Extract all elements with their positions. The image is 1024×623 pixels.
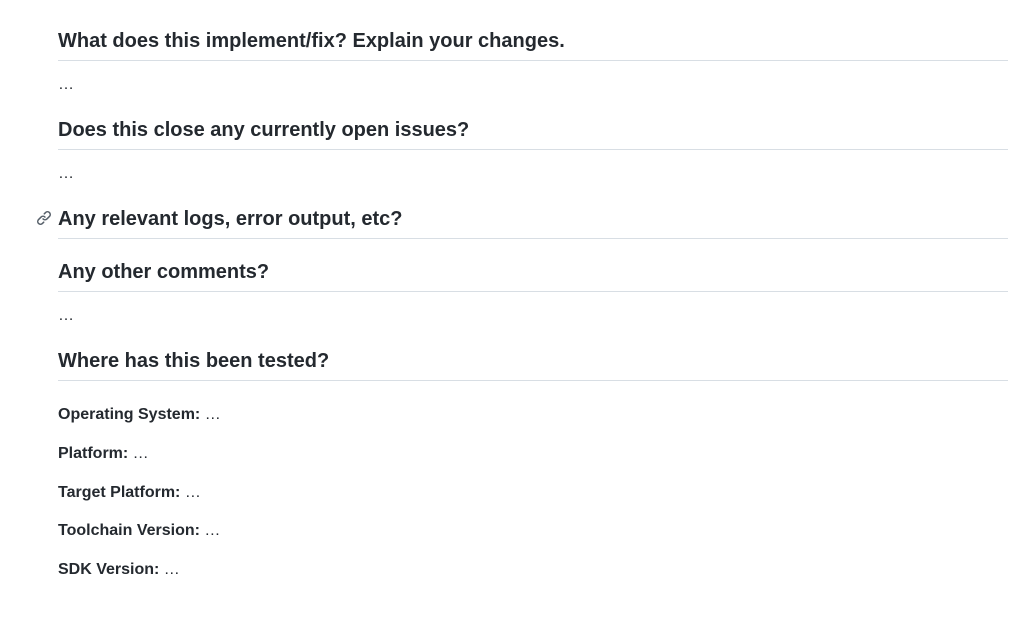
test-label-toolchain: Toolchain Version: (58, 522, 200, 539)
test-item-platform: Platform: … (58, 444, 1008, 465)
placeholder-closes: … (58, 166, 1008, 182)
test-label-sdk: SDK Version: (58, 561, 159, 578)
test-label-os: Operating System: (58, 406, 200, 423)
section-logs: Any relevant logs, error output, etc? (58, 206, 1008, 239)
section-tested: Where has this been tested? Operating Sy… (58, 348, 1008, 581)
heading-comments[interactable]: Any other comments? (58, 259, 1008, 292)
pr-template-body: What does this implement/fix? Explain yo… (0, 0, 1024, 581)
heading-logs[interactable]: Any relevant logs, error output, etc? (58, 206, 1008, 239)
section-implement: What does this implement/fix? Explain yo… (58, 28, 1008, 93)
test-item-target-platform: Target Platform: … (58, 483, 1008, 504)
test-value-platform: … (128, 445, 148, 462)
placeholder-comments: … (58, 308, 1008, 324)
test-value-sdk: … (159, 561, 179, 578)
test-item-sdk: SDK Version: … (58, 560, 1008, 581)
test-value-os: … (200, 406, 220, 423)
test-label-target-platform: Target Platform: (58, 484, 180, 501)
test-value-target-platform: … (180, 484, 200, 501)
heading-closes[interactable]: Does this close any currently open issue… (58, 117, 1008, 150)
test-label-platform: Platform: (58, 445, 128, 462)
section-closes: Does this close any currently open issue… (58, 117, 1008, 182)
section-comments: Any other comments? … (58, 259, 1008, 324)
heading-implement[interactable]: What does this implement/fix? Explain yo… (58, 28, 1008, 61)
test-value-toolchain: … (200, 522, 220, 539)
test-item-os: Operating System: … (58, 405, 1008, 426)
link-icon[interactable] (36, 210, 52, 226)
heading-tested[interactable]: Where has this been tested? (58, 348, 1008, 381)
placeholder-implement: … (58, 77, 1008, 93)
test-item-toolchain: Toolchain Version: … (58, 521, 1008, 542)
